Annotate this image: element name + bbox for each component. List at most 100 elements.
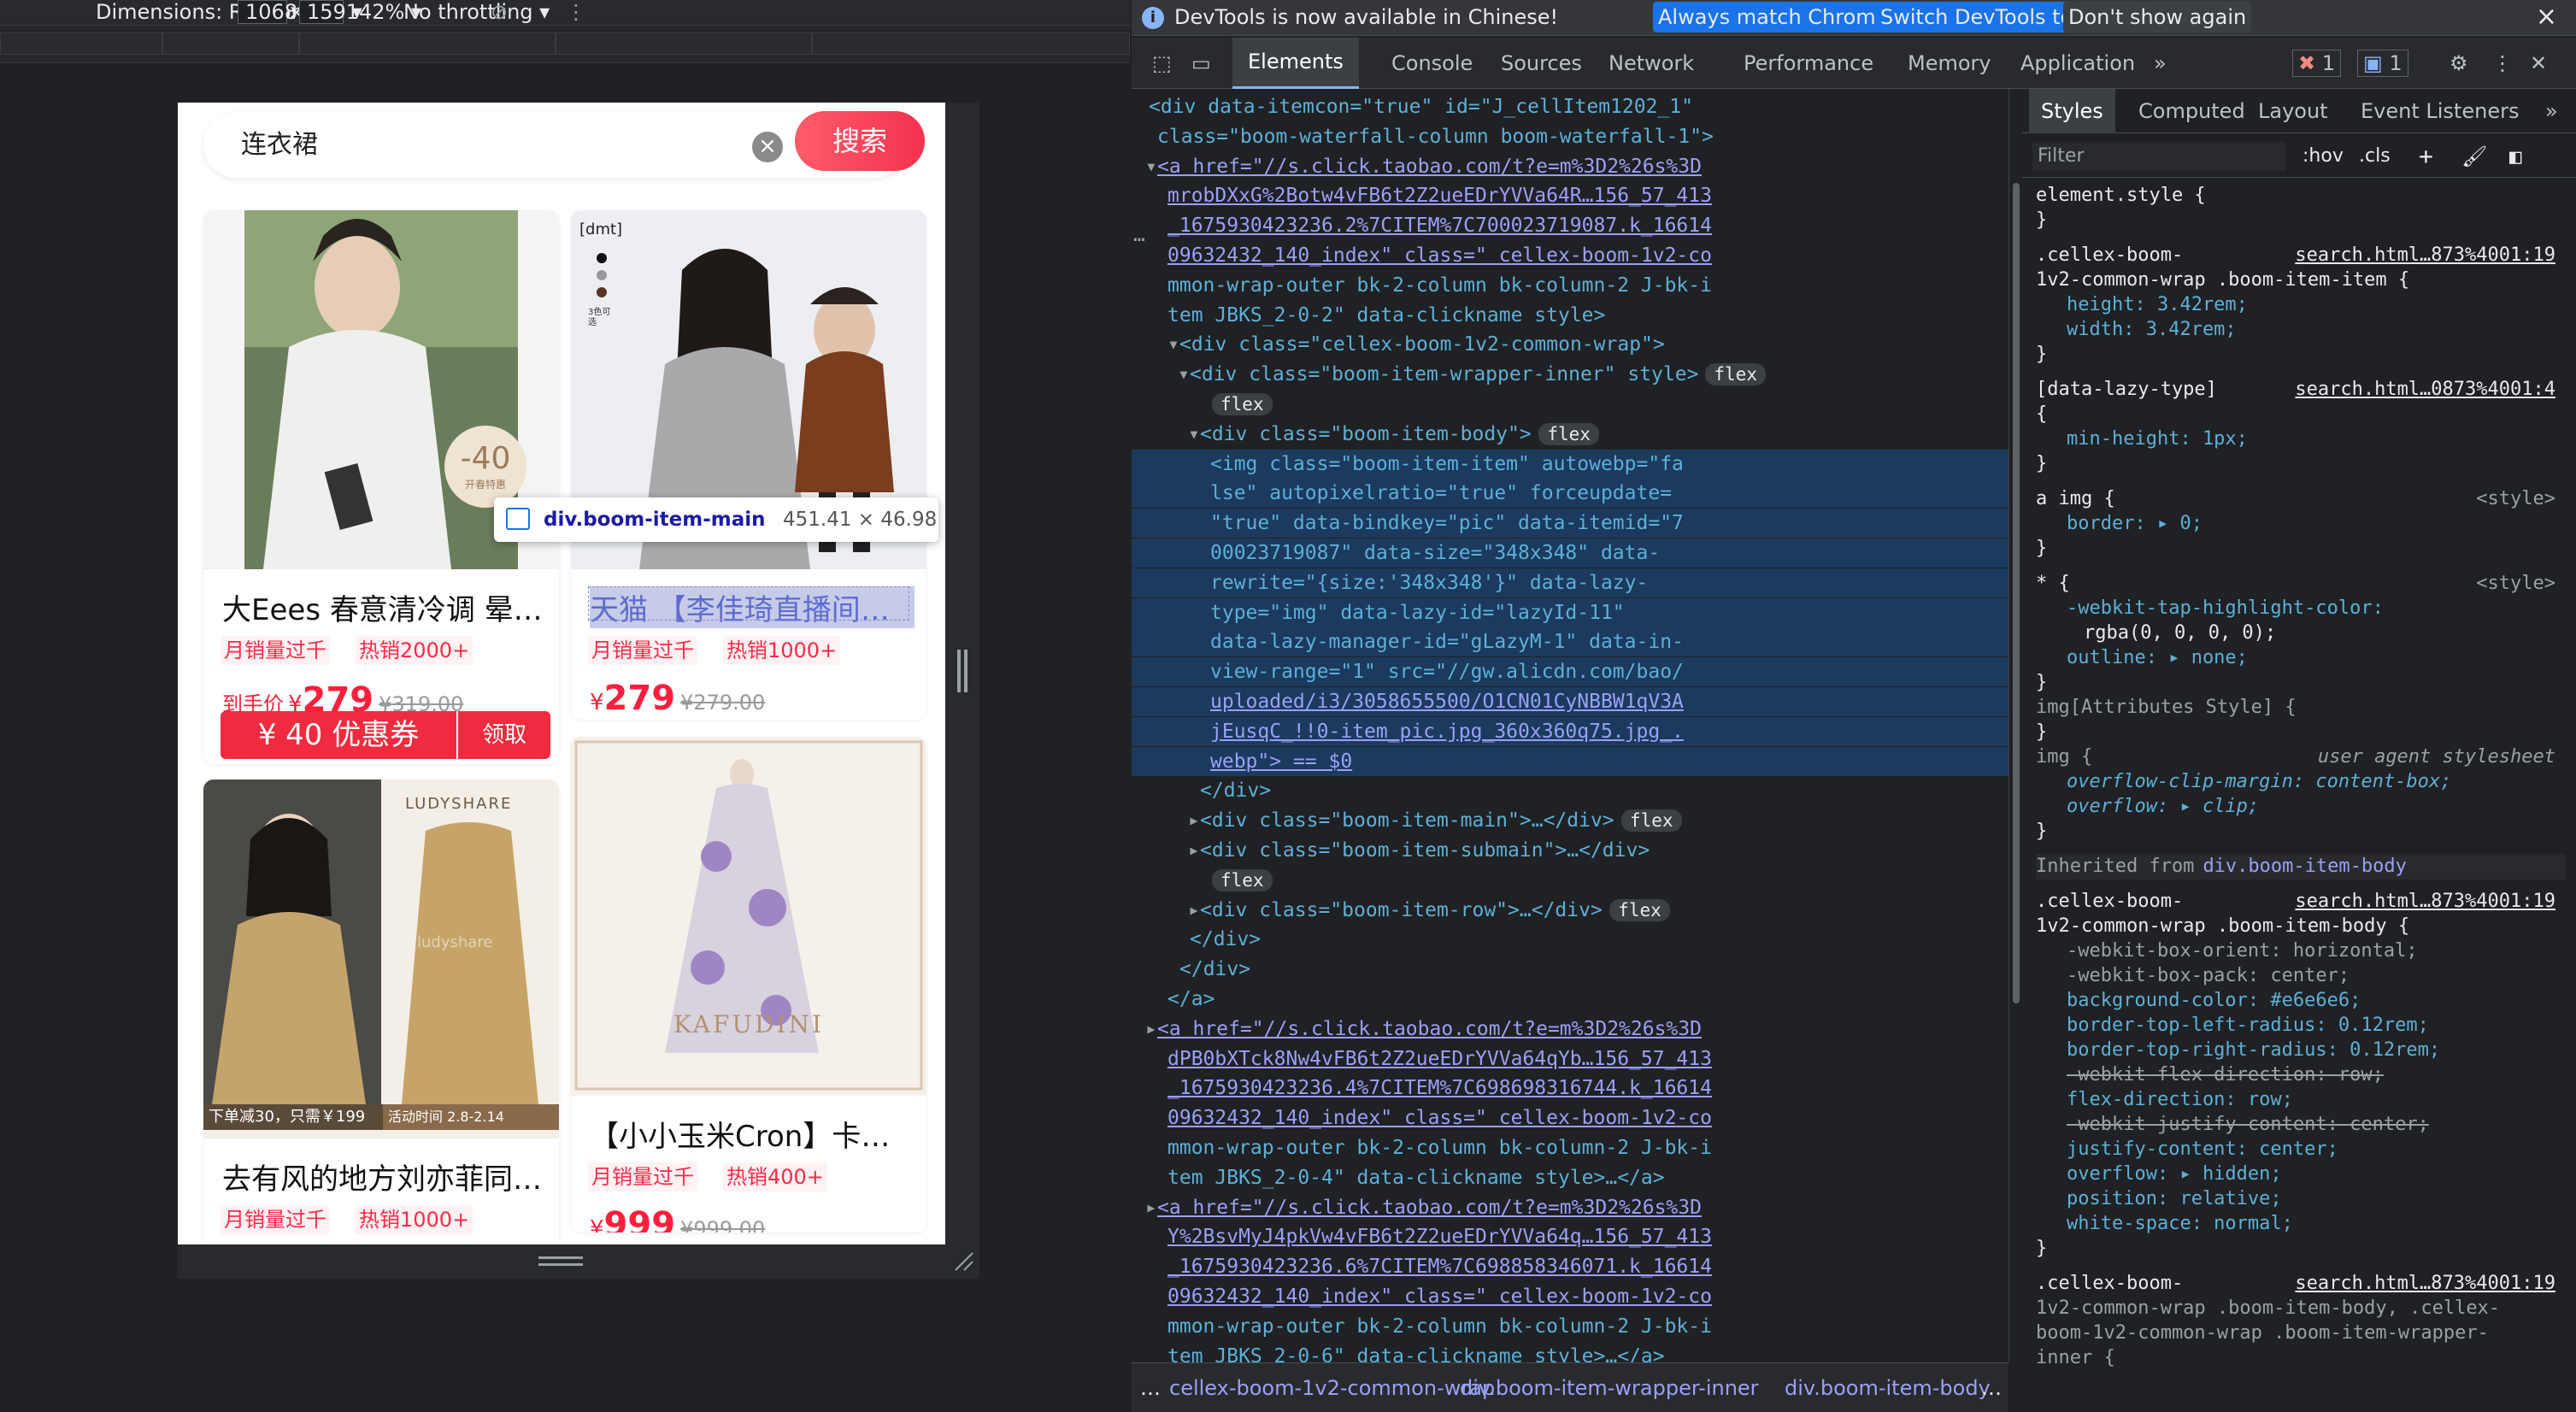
dom-node-line[interactable]: </div> (1132, 776, 2008, 805)
device-toggle-icon[interactable]: ▭ (1191, 38, 1211, 89)
dom-node-line[interactable]: 09632432_140_index" class=" cellex-boom-… (1132, 241, 2008, 270)
claim-coupon-button[interactable]: 领取 (458, 711, 550, 759)
style-line[interactable]: background-color: #e6e6e6; (2036, 988, 2566, 1014)
node-actions-icon[interactable]: … (1133, 224, 1145, 246)
breadcrumb-item[interactable]: div.boom-item-body (1785, 1363, 1991, 1412)
dom-node-line[interactable]: mmon-wrap-outer bk-2-column bk-column-2 … (1132, 1312, 2008, 1341)
more-options-icon[interactable]: ⋮ (566, 0, 586, 24)
stylesheet-source-link[interactable]: user agent stylesheet (2318, 744, 2555, 770)
ruler-segment[interactable] (162, 32, 299, 55)
clear-icon[interactable]: × (752, 132, 783, 162)
new-rule-icon[interactable]: + (2419, 135, 2433, 178)
style-line[interactable]: outline: ▸ none; (2036, 645, 2566, 671)
dom-node-line[interactable]: mrobDXxG%2Botw4vFB6t2Z2ueEDrYVVa64R…156_… (1132, 181, 2008, 210)
ruler-segment[interactable] (556, 32, 812, 55)
coupon-button[interactable]: ¥ 40 优惠券 (221, 711, 456, 759)
styles-filter-input[interactable]: Filter (2032, 142, 2285, 171)
dom-node-line[interactable]: </div> (1132, 955, 2008, 984)
tab-memory[interactable]: Memory (1908, 38, 1991, 89)
breadcrumb-more[interactable]: … (1981, 1363, 2002, 1412)
dom-node-line[interactable]: _1675930423236.2%7CITEM%7C700023719087.k… (1132, 211, 2008, 240)
style-line[interactable]: border-top-right-radius: 0.12rem; (2036, 1038, 2566, 1063)
dom-node-line[interactable]: webp"> == $0 (1132, 746, 2008, 776)
panel-splitter[interactable] (2008, 89, 2022, 1362)
dom-node-line[interactable]: <div data-itemcon="true" id="J_cellItem1… (1132, 92, 2008, 121)
dom-node-line[interactable]: lse" autopixelratio="true" forceupdate= (1132, 479, 2008, 509)
stylesheet-source-link[interactable]: <style> (2476, 571, 2555, 597)
error-count[interactable]: ✖ 1 (2292, 50, 2342, 77)
product-card[interactable]: [dmt] 3色可选 天猫 【李佳琦直播间】… 月销量过千 热销1000+ ¥2… (571, 210, 926, 720)
scrollbar-thumb[interactable] (2013, 183, 2020, 1003)
dom-node-line[interactable]: Y%2BsvMyJ4pkVw4vFB6t2Z2ueEDrYVVa64q…156_… (1132, 1222, 2008, 1251)
tab-elements[interactable]: Elements (1232, 38, 1359, 89)
product-card[interactable]: -40 开春特惠 大Eees 春意清冷调 晕… 月销量过千 热销2000+ 到手… (203, 210, 559, 764)
dom-node-line[interactable]: tem JBKS_2-0-6" data-clickname style>…</… (1132, 1342, 2008, 1362)
throttle-dropdown[interactable]: No throttling ▾ (403, 0, 550, 24)
breadcrumb-item[interactable]: cellex-boom-1v2-common-wrap (1169, 1363, 1495, 1412)
inherited-element-link[interactable]: div.boom-item-body (2203, 856, 2406, 877)
tab-console[interactable]: Console (1391, 38, 1473, 89)
tab-performance[interactable]: Performance (1744, 38, 1873, 89)
dom-tree-panel[interactable]: <div data-itemcon="true" id="J_cellItem1… (1132, 89, 2008, 1362)
collapse-triangle-icon[interactable]: ▾ (1178, 360, 1190, 389)
dom-node-line[interactable]: <img class="boom-item-item" autowebp="fa (1132, 449, 2008, 479)
more-menu-icon[interactable]: ⋮ (2492, 38, 2513, 89)
dom-node-line[interactable]: </div> (1132, 925, 2008, 954)
dom-node-line[interactable]: ▸ <a href="//s.click.taobao.com/t?e=m%3D2… (1132, 1015, 2008, 1044)
stylesheet-source-link[interactable]: search.html…873%4001:19 (2295, 243, 2555, 268)
style-line[interactable]: -webkit-tap-highlight-color: (2036, 596, 2566, 621)
search-button[interactable]: 搜索 (795, 111, 925, 171)
flex-badge[interactable]: flex (1705, 363, 1766, 386)
message-count[interactable]: ▣ 1 (2357, 50, 2408, 77)
dom-node-line[interactable]: rewrite="{size:'348x348'}" data-lazy- (1132, 568, 2008, 597)
dom-node-line[interactable]: class="boom-waterfall-column boom-waterf… (1132, 122, 2008, 151)
breadcrumb-more[interactable]: … (1140, 1363, 1161, 1412)
style-line[interactable]: flex-direction: row; (2036, 1087, 2566, 1113)
expand-triangle-icon[interactable]: ▸ (1188, 806, 1200, 835)
dom-node-line[interactable]: mmon-wrap-outer bk-2-column bk-column-2 … (1132, 1133, 2008, 1162)
style-line[interactable]: white-space: normal; (2036, 1211, 2566, 1237)
more-panes-icon[interactable]: » (2545, 89, 2558, 133)
dom-node-line[interactable]: view-range="1" src="//gw.alicdn.com/bao/ (1132, 657, 2008, 687)
style-line[interactable]: border-top-left-radius: 0.12rem; (2036, 1013, 2566, 1038)
inspect-element-icon[interactable]: ⬚ (1152, 38, 1172, 89)
dom-node-line[interactable]: ▸ <a href="//s.click.taobao.com/t?e=m%3D2… (1132, 1193, 2008, 1222)
media-query-ruler[interactable] (0, 26, 1130, 63)
tab-styles[interactable]: Styles (2029, 89, 2115, 133)
ruler-segment[interactable] (0, 32, 162, 55)
collapse-triangle-icon[interactable]: ▾ (1145, 152, 1157, 181)
stylesheet-source-link[interactable]: search.html…0873%4001:4 (2295, 377, 2555, 403)
dom-node-line[interactable]: "true" data-bindkey="pic" data-itemid="7 (1132, 509, 2008, 538)
tab-network[interactable]: Network (1609, 38, 1694, 89)
dom-node-line[interactable]: ▾ <div class="boom-item-wrapper-inner" st… (1132, 360, 2008, 389)
product-card[interactable]: KAFUDINI 【小小玉米Cron】卡夫… 月销量过千 热销400+ ¥999… (571, 737, 926, 1233)
dom-node-line[interactable]: 09632432_140_index" class=" cellex-boom-… (1132, 1103, 2008, 1133)
product-title[interactable]: 【小小玉米Cron】卡夫… (590, 1113, 915, 1155)
flex-badge[interactable]: flex (1538, 422, 1599, 445)
stylesheet-source-link[interactable]: search.html…873%4001:19 (2295, 889, 2555, 915)
settings-gear-icon[interactable]: ⚙ (2450, 38, 2468, 89)
width-input[interactable]: 1068 (238, 0, 297, 24)
dom-node-line[interactable]: type="img" data-lazy-id="lazyId-11" (1132, 597, 2008, 627)
dont-show-again-button[interactable]: Don't show again (2063, 2, 2252, 32)
dom-node-line[interactable]: flex (1132, 390, 2008, 419)
stylesheet-source-link[interactable]: <style> (2476, 486, 2555, 512)
dom-node-line[interactable]: _1675930423236.6%7CITEM%7C698858346071.k… (1132, 1252, 2008, 1281)
dom-node-line[interactable]: 00023719087" data-size="348x348" data- (1132, 538, 2008, 568)
corner-resize-icon[interactable] (952, 1250, 974, 1272)
style-line[interactable]: min-height: 1px; (2036, 427, 2566, 452)
tab-event-listeners[interactable]: Event Listeners (2361, 89, 2519, 133)
expand-triangle-icon[interactable]: ▸ (1145, 1193, 1157, 1222)
resize-handle-right[interactable] (945, 103, 979, 1279)
ruler-segment[interactable] (812, 32, 1130, 55)
dom-node-line[interactable]: tem JBKS_2-0-2" data-clickname style> (1132, 301, 2008, 330)
style-line[interactable]: height: 3.42rem; (2036, 292, 2566, 318)
paint-icon[interactable]: 🖌 (2461, 135, 2487, 178)
style-line[interactable]: justify-content: center; (2036, 1137, 2566, 1162)
style-line[interactable]: -webkit-justify-content: center; (2036, 1112, 2566, 1138)
product-image[interactable]: KAFUDINI (571, 737, 926, 1096)
dom-node-line[interactable]: </a> (1132, 985, 2008, 1014)
dom-node-line[interactable]: tem JBKS_2-0-4" data-clickname style>…</… (1132, 1163, 2008, 1192)
product-card[interactable]: 下单减30，只需￥199 活动时间 2.8-2.14 LUDYSHARE lud… (203, 780, 559, 1244)
stylesheet-source-link[interactable]: search.html…873%4001:19 (2295, 1271, 2555, 1297)
